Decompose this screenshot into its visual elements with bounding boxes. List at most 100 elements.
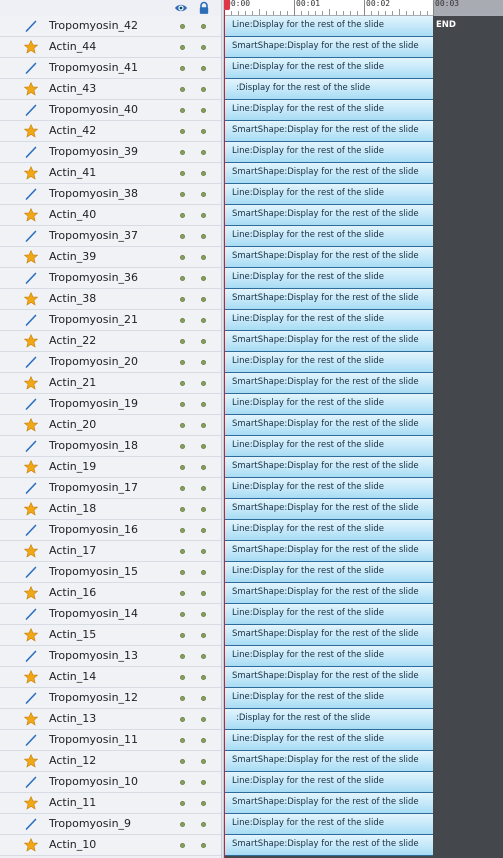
visibility-dot[interactable] (180, 486, 185, 491)
layer-row[interactable]: Actin_44 (0, 37, 221, 58)
timeline-bar[interactable]: SmartShape:Display for the rest of the s… (224, 583, 433, 604)
lock-dot[interactable] (201, 171, 206, 176)
timeline-bar[interactable]: Line:Display for the rest of the slide (224, 520, 433, 541)
timeline-bar[interactable]: SmartShape:Display for the rest of the s… (224, 37, 433, 58)
visibility-dot[interactable] (180, 66, 185, 71)
visibility-dot[interactable] (180, 843, 185, 848)
layer-row[interactable]: Tropomyosin_19 (0, 394, 221, 415)
lock-dot[interactable] (201, 87, 206, 92)
lock-dot[interactable] (201, 24, 206, 29)
lock-dot[interactable] (201, 276, 206, 281)
lock-dot[interactable] (201, 717, 206, 722)
visibility-dot[interactable] (180, 738, 185, 743)
playhead-handle[interactable] (224, 0, 230, 10)
layer-row[interactable]: Actin_38 (0, 289, 221, 310)
visibility-dot[interactable] (180, 171, 185, 176)
eye-icon[interactable] (174, 1, 188, 15)
layer-row[interactable]: Actin_18 (0, 499, 221, 520)
timeline-bar[interactable]: Line:Display for the rest of the slide (224, 814, 433, 835)
timeline-bar[interactable]: SmartShape:Display for the rest of the s… (224, 289, 433, 310)
timeline-bar[interactable]: SmartShape:Display for the rest of the s… (224, 667, 433, 688)
visibility-dot[interactable] (180, 108, 185, 113)
lock-dot[interactable] (201, 423, 206, 428)
lock-dot[interactable] (201, 465, 206, 470)
layer-row[interactable]: Tropomyosin_18 (0, 436, 221, 457)
lock-dot[interactable] (201, 507, 206, 512)
timeline-bar[interactable]: SmartShape:Display for the rest of the s… (224, 205, 433, 226)
timeline-bar[interactable]: Line:Display for the rest of the slide (224, 688, 433, 709)
visibility-dot[interactable] (180, 591, 185, 596)
layer-row[interactable]: Tropomyosin_15 (0, 562, 221, 583)
visibility-dot[interactable] (180, 339, 185, 344)
visibility-dot[interactable] (180, 381, 185, 386)
timeline-bar[interactable]: Line:Display for the rest of the slide (224, 226, 433, 247)
lock-dot[interactable] (201, 612, 206, 617)
visibility-dot[interactable] (180, 507, 185, 512)
layer-row[interactable]: Tropomyosin_40 (0, 100, 221, 121)
layer-row[interactable]: Tropomyosin_42 (0, 16, 221, 37)
layer-row[interactable]: Tropomyosin_11 (0, 730, 221, 751)
lock-dot[interactable] (201, 213, 206, 218)
visibility-dot[interactable] (180, 570, 185, 575)
timeline-bar[interactable]: Line:Display for the rest of the slide (224, 268, 433, 289)
lock-dot[interactable] (201, 297, 206, 302)
lock-icon[interactable] (197, 1, 211, 15)
timeline-bar[interactable]: Line:Display for the rest of the slide (224, 562, 433, 583)
visibility-dot[interactable] (180, 150, 185, 155)
visibility-dot[interactable] (180, 318, 185, 323)
layer-row[interactable]: Actin_21 (0, 373, 221, 394)
visibility-dot[interactable] (180, 780, 185, 785)
lock-dot[interactable] (201, 381, 206, 386)
layer-row[interactable]: Tropomyosin_16 (0, 520, 221, 541)
visibility-dot[interactable] (180, 402, 185, 407)
lock-dot[interactable] (201, 45, 206, 50)
visibility-dot[interactable] (180, 675, 185, 680)
timeline-bar[interactable]: SmartShape:Display for the rest of the s… (224, 835, 433, 856)
timeline-bar[interactable]: SmartShape:Display for the rest of the s… (224, 499, 433, 520)
visibility-dot[interactable] (180, 129, 185, 134)
layer-row[interactable]: Tropomyosin_14 (0, 604, 221, 625)
visibility-dot[interactable] (180, 360, 185, 365)
timeline-bar[interactable]: SmartShape:Display for the rest of the s… (224, 121, 433, 142)
lock-dot[interactable] (201, 549, 206, 554)
lock-dot[interactable] (201, 360, 206, 365)
visibility-dot[interactable] (180, 297, 185, 302)
visibility-dot[interactable] (180, 465, 185, 470)
lock-dot[interactable] (201, 675, 206, 680)
timeline-bar[interactable]: SmartShape:Display for the rest of the s… (224, 331, 433, 352)
layer-row[interactable]: Tropomyosin_12 (0, 688, 221, 709)
layer-row[interactable]: Actin_22 (0, 331, 221, 352)
layer-row[interactable]: Actin_13 (0, 709, 221, 730)
layer-row[interactable]: Tropomyosin_38 (0, 184, 221, 205)
layer-row[interactable]: Tropomyosin_39 (0, 142, 221, 163)
layer-row[interactable]: Tropomyosin_17 (0, 478, 221, 499)
timeline-bar[interactable]: Line:Display for the rest of the slide (224, 310, 433, 331)
layer-row[interactable]: Actin_19 (0, 457, 221, 478)
timeline-bar[interactable]: :Display for the rest of the slide (224, 709, 433, 730)
visibility-dot[interactable] (180, 549, 185, 554)
visibility-dot[interactable] (180, 276, 185, 281)
layer-row[interactable]: Actin_16 (0, 583, 221, 604)
lock-dot[interactable] (201, 318, 206, 323)
timeline-bar[interactable]: SmartShape:Display for the rest of the s… (224, 751, 433, 772)
lock-dot[interactable] (201, 129, 206, 134)
visibility-dot[interactable] (180, 234, 185, 239)
timeline-bar[interactable]: SmartShape:Display for the rest of the s… (224, 415, 433, 436)
layer-row[interactable]: Actin_15 (0, 625, 221, 646)
lock-dot[interactable] (201, 843, 206, 848)
layer-row[interactable]: Actin_20 (0, 415, 221, 436)
timeline-bar[interactable]: SmartShape:Display for the rest of the s… (224, 541, 433, 562)
layer-row[interactable]: Tropomyosin_9 (0, 814, 221, 835)
visibility-dot[interactable] (180, 528, 185, 533)
layer-row[interactable]: Actin_40 (0, 205, 221, 226)
lock-dot[interactable] (201, 255, 206, 260)
layer-row[interactable]: Actin_12 (0, 751, 221, 772)
lock-dot[interactable] (201, 66, 206, 71)
lock-dot[interactable] (201, 696, 206, 701)
lock-dot[interactable] (201, 192, 206, 197)
visibility-dot[interactable] (180, 801, 185, 806)
visibility-dot[interactable] (180, 24, 185, 29)
visibility-dot[interactable] (180, 822, 185, 827)
layer-row[interactable]: Actin_11 (0, 793, 221, 814)
timeline-bar[interactable]: SmartShape:Display for the rest of the s… (224, 625, 433, 646)
